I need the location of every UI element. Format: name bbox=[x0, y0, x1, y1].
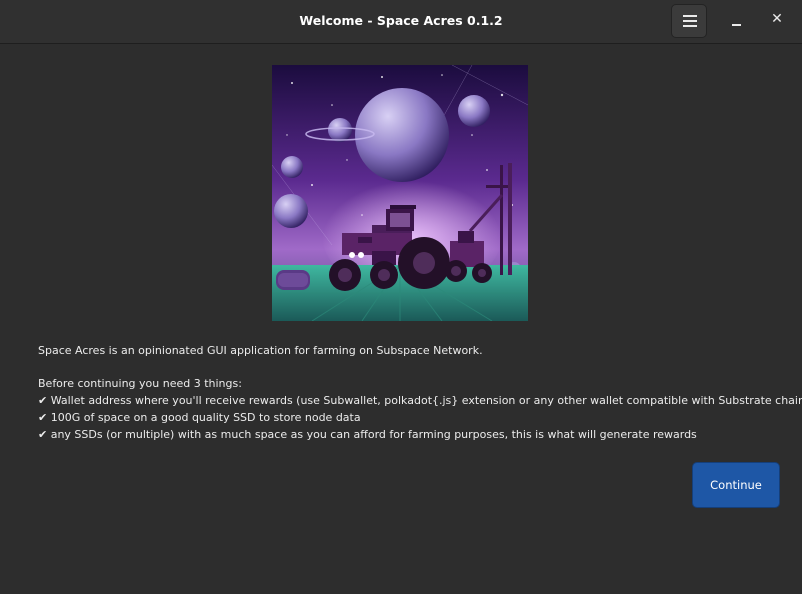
continue-button[interactable]: Continue bbox=[692, 462, 780, 508]
minimize-button[interactable] bbox=[725, 10, 749, 34]
close-button[interactable]: ✕ bbox=[765, 10, 789, 34]
close-icon: ✕ bbox=[771, 11, 783, 27]
app-window: Welcome - Space Acres 0.1.2 ✕ Space Acre… bbox=[0, 0, 802, 594]
requirement-item: ✔ Wallet address where you'll receive re… bbox=[38, 394, 802, 407]
intro-text: Space Acres is an opinionated GUI applic… bbox=[38, 344, 483, 357]
main-menu-button[interactable] bbox=[671, 4, 707, 38]
minimize-icon bbox=[732, 24, 741, 26]
hero-illustration bbox=[272, 65, 528, 321]
requirement-item: ✔ any SSDs (or multiple) with as much sp… bbox=[38, 428, 697, 441]
requirements-heading: Before continuing you need 3 things: bbox=[38, 377, 242, 390]
welcome-description: Space Acres is an opinionated GUI applic… bbox=[38, 342, 802, 443]
requirement-item: ✔ 100G of space on a good quality SSD to… bbox=[38, 411, 361, 424]
title-bar[interactable]: Welcome - Space Acres 0.1.2 ✕ bbox=[0, 0, 802, 44]
